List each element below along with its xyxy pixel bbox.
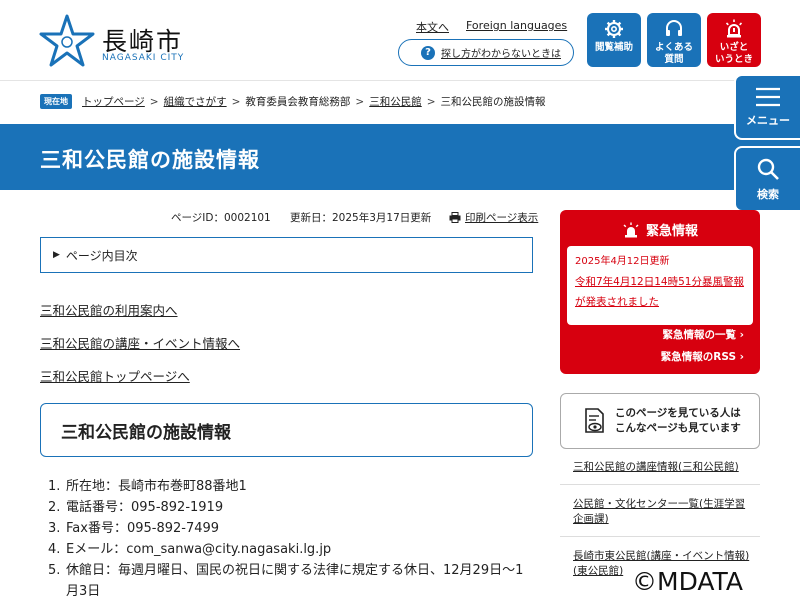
related-page-link[interactable]: 公民館・文化センター一覧(生涯学習企画課) <box>573 497 753 527</box>
search-tab-label: 検索 <box>757 187 779 201</box>
printer-icon <box>449 212 461 223</box>
usage-guide-link[interactable]: 三和公民館の利用案内へ <box>40 300 178 319</box>
breadcrumb-separator: > <box>231 95 241 108</box>
breadcrumb-education-dept: 教育委員会教育総務部 <box>245 96 351 108</box>
emergency-label-line1: いざと <box>719 42 749 53</box>
menu-tab-button[interactable]: メニュー <box>734 74 800 140</box>
emergency-alert-link[interactable]: 令和7年4月12日14時51分暴風警報が発表されました <box>575 276 744 308</box>
print-page-link[interactable]: 印刷ページ表示 <box>449 210 538 225</box>
emergency-label-line2: いうとき <box>714 54 753 65</box>
list-item: 4. Eメール：com_sanwa@city.nagasaki.lg.jp <box>48 542 332 557</box>
city-logo[interactable]: 長崎市 NAGASAKI CITY <box>38 14 188 68</box>
divider <box>560 484 760 485</box>
emergency-rss-link[interactable]: 緊急情報のRSS › <box>661 349 744 364</box>
emergency-date: 2025年4月12日更新 <box>575 256 670 267</box>
faq-button[interactable]: よくある 質問 <box>647 13 701 67</box>
page-toc-toggle[interactable]: ▶ ページ内目次 <box>40 237 533 273</box>
header-divider <box>0 80 800 81</box>
triangle-right-icon: ▶ <box>53 250 60 260</box>
section-heading: 三和公民館の施設情報 <box>40 403 533 457</box>
updated-date: 更新日：2025年3月17日更新 <box>290 212 432 224</box>
search-icon <box>757 158 779 180</box>
emergency-title: 緊急情報 <box>560 220 760 239</box>
breadcrumb-separator: > <box>355 95 365 108</box>
breadcrumb: 現在地 トップページ > 組織でさがす > 教育委員会教育総務部 > 三和公民館… <box>40 94 546 109</box>
divider <box>560 536 760 537</box>
document-eye-icon <box>585 408 604 433</box>
chevron-right-icon: › <box>739 351 744 363</box>
page-id: ページID：0002101 <box>171 212 271 224</box>
breadcrumb-separator: > <box>426 95 436 108</box>
list-item: 3. Fax番号：095-892-7499 <box>48 521 220 536</box>
breadcrumb-home[interactable]: トップページ <box>82 94 145 109</box>
search-help-button[interactable]: ? 探し方がわからないときは <box>398 39 574 66</box>
current-location-badge: 現在地 <box>40 94 72 109</box>
star-emblem-icon <box>39 14 95 67</box>
page-title: 三和公民館の施設情報 <box>40 148 260 172</box>
alert-light-icon <box>724 19 744 39</box>
faq-label-line1: よくある <box>654 42 693 53</box>
menu-tab-label: メニュー <box>746 113 790 127</box>
print-page-label: 印刷ページ表示 <box>465 212 539 224</box>
alert-light-icon <box>623 222 639 237</box>
gear-icon <box>604 19 624 39</box>
emergency-notice: 2025年4月12日更新 令和7年4月12日14時51分暴風警報が発表されました <box>567 246 753 325</box>
title-band: 三和公民館の施設情報 <box>0 124 800 190</box>
chevron-right-icon: › <box>739 329 744 341</box>
breadcrumb-separator: > <box>149 95 159 108</box>
others-viewing-box: このページを見ている人は こんなページも見ています <box>560 393 760 449</box>
search-tab-button[interactable]: 検索 <box>734 146 800 212</box>
emergency-button[interactable]: いざと いうとき <box>707 13 761 67</box>
breadcrumb-current: 三和公民館の施設情報 <box>440 96 546 108</box>
emergency-info-box: 緊急情報 2025年4月12日更新 令和7年4月12日14時51分暴風警報が発表… <box>560 210 760 374</box>
logo-subtext: NAGASAKI CITY <box>102 53 185 63</box>
foreign-languages-link[interactable]: Foreign languages <box>466 19 567 32</box>
list-item: 5. 休館日：毎週月曜日、国民の祝日に関する法律に規定する休日、12月29日〜1月… <box>48 563 524 599</box>
skip-to-main-link[interactable]: 本文へ <box>416 19 449 35</box>
faq-label-line2: 質問 <box>664 54 684 65</box>
facility-info-list: 1. 所在地：長崎市布巻町88番地1 2. 電話番号：095-892-1919 3.… <box>48 476 536 600</box>
accessibility-button[interactable]: 閲覧補助 <box>587 13 641 67</box>
others-viewing-label: このページを見ている人は こんなページも見ています <box>615 407 741 434</box>
search-help-label: 探し方がわからないときは <box>441 49 561 60</box>
events-link[interactable]: 三和公民館の講座・イベント情報へ <box>40 333 240 352</box>
accessibility-label: 閲覧補助 <box>594 42 633 53</box>
breadcrumb-sanwa-kominkan[interactable]: 三和公民館 <box>369 94 422 109</box>
list-item: 1. 所在地：長崎市布巻町88番地1 <box>48 479 247 494</box>
question-icon: ? <box>421 45 435 60</box>
page-toc-label: ページ内目次 <box>65 248 138 263</box>
kominkan-top-link[interactable]: 三和公民館トップページへ <box>40 366 190 385</box>
emergency-list-link[interactable]: 緊急情報の一覧 › <box>663 327 744 342</box>
headset-icon <box>664 19 684 39</box>
watermark: ©MDATA <box>632 567 743 596</box>
related-page-link[interactable]: 三和公民館の講座情報(三和公民館) <box>573 460 753 475</box>
list-item: 2. 電話番号：095-892-1919 <box>48 500 224 515</box>
breadcrumb-by-organization[interactable]: 組織でさがす <box>164 94 227 109</box>
hamburger-icon <box>756 87 780 106</box>
